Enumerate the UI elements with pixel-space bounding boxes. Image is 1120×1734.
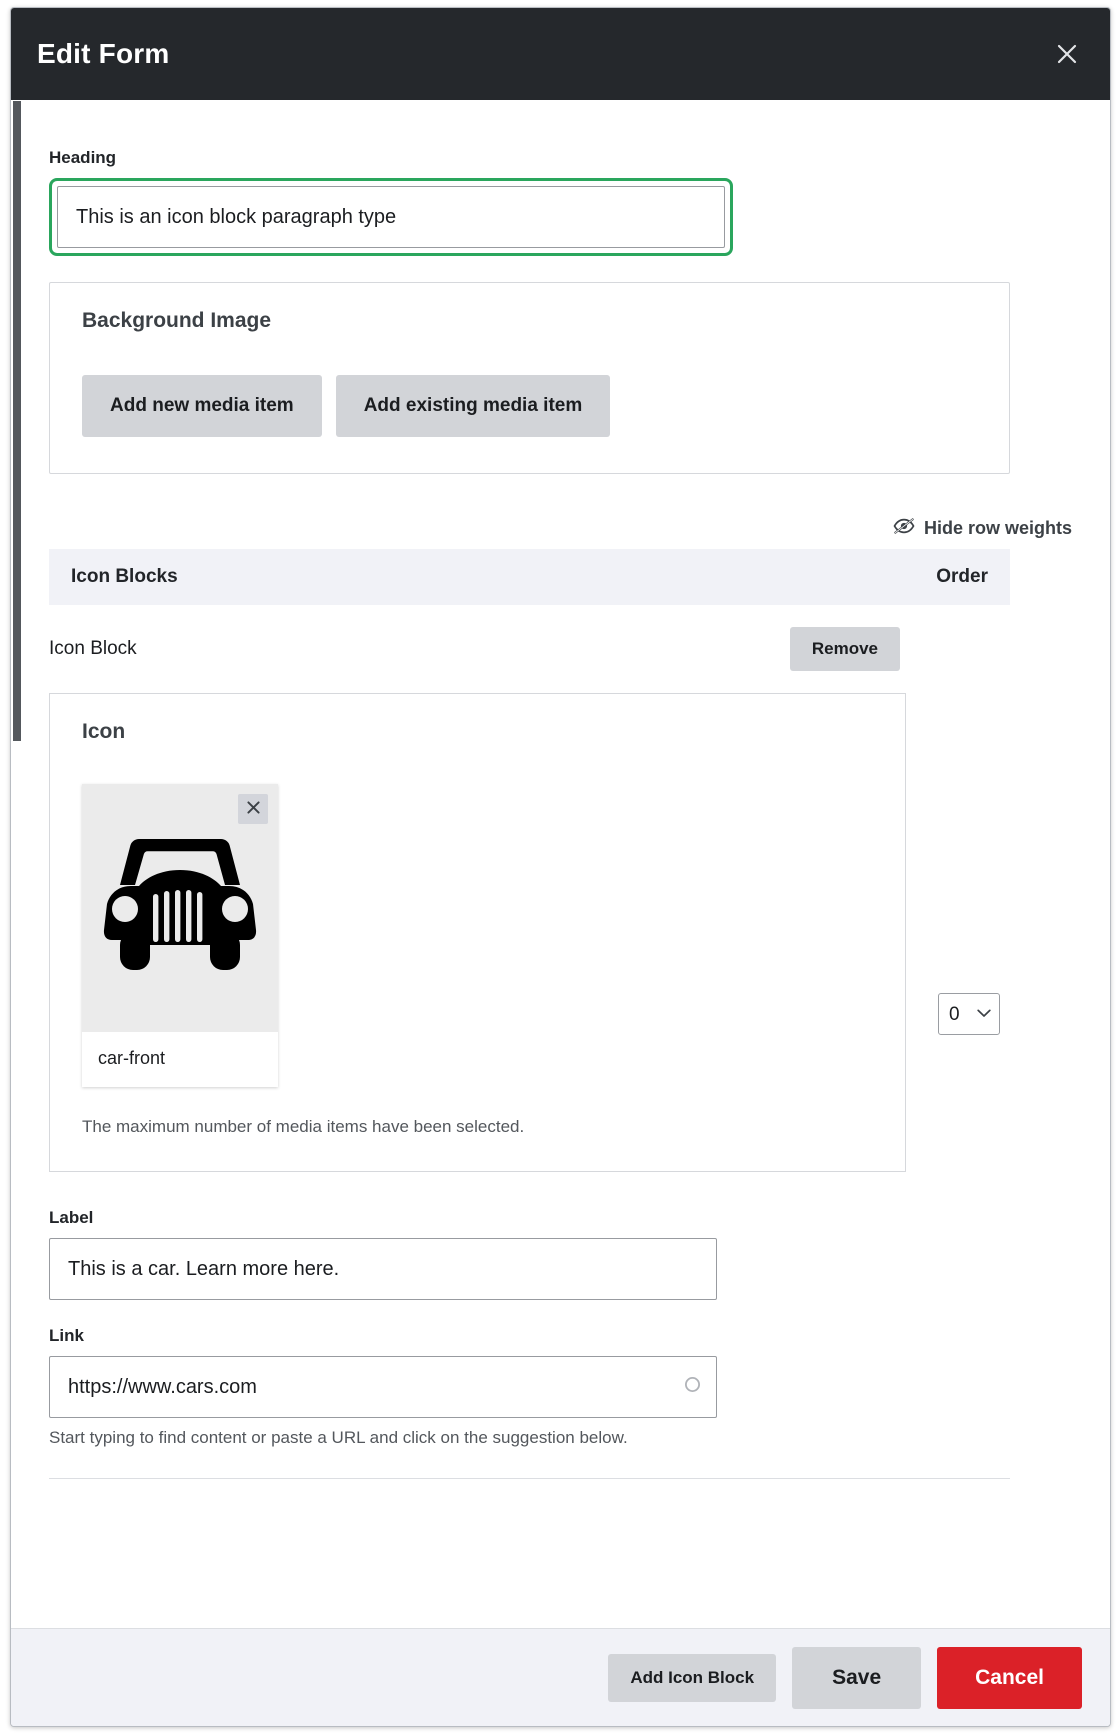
icon-block-fields: Label Link Start bbox=[49, 1208, 1084, 1479]
icon-field-legend: Icon bbox=[82, 720, 873, 744]
remove-icon-block-button[interactable]: Remove bbox=[790, 627, 900, 671]
media-thumbnail-image bbox=[82, 784, 278, 1032]
column-header-order: Order bbox=[936, 566, 988, 588]
screenshot-root: Edit Form Heading bbox=[0, 0, 1120, 1734]
add-icon-block-button[interactable]: Add Icon Block bbox=[608, 1654, 776, 1702]
scrollbar-thumb[interactable] bbox=[13, 101, 21, 741]
hide-row-weights-label: Hide row weights bbox=[924, 518, 1072, 539]
section-divider bbox=[49, 1478, 1010, 1479]
heading-label: Heading bbox=[49, 148, 1084, 168]
close-icon bbox=[1054, 41, 1080, 67]
background-image-legend: Background Image bbox=[82, 309, 977, 333]
icon-block-detail-area: Icon bbox=[49, 693, 1010, 1172]
link-field-help-text: Start typing to find content or paste a … bbox=[49, 1428, 1084, 1448]
icon-field-panel: Icon bbox=[49, 693, 906, 1172]
remove-media-thumbnail-button[interactable] bbox=[238, 794, 268, 824]
order-select[interactable]: 0 bbox=[938, 993, 1000, 1035]
label-field-label: Label bbox=[49, 1208, 1084, 1228]
form-content: Heading Background Image Add new media i… bbox=[23, 100, 1110, 1628]
order-select-wrapper: 0 bbox=[938, 993, 1000, 1035]
add-existing-media-item-button[interactable]: Add existing media item bbox=[336, 375, 611, 437]
vertical-scrollbar[interactable] bbox=[11, 100, 23, 1628]
close-icon bbox=[246, 800, 261, 818]
link-input[interactable] bbox=[49, 1356, 717, 1418]
table-header-row: Icon Blocks Order bbox=[49, 549, 1010, 605]
table-row: Icon Block Remove bbox=[49, 605, 1010, 671]
heading-field-group: Heading bbox=[49, 100, 1084, 256]
icon-field-help-text: The maximum number of media items have b… bbox=[82, 1117, 873, 1137]
media-thumbnail-name: car-front bbox=[82, 1032, 278, 1087]
dialog-close-button[interactable] bbox=[1050, 37, 1084, 71]
dialog-footer: Add Icon Block Save Cancel bbox=[11, 1628, 1110, 1726]
cancel-button[interactable]: Cancel bbox=[937, 1647, 1082, 1709]
media-thumbnail-card[interactable]: car-front bbox=[82, 784, 278, 1087]
order-column: 0 bbox=[938, 693, 1000, 1035]
icon-block-row-title: Icon Block bbox=[49, 638, 137, 660]
heading-input-focus-ring bbox=[49, 178, 733, 256]
column-header-icon-blocks: Icon Blocks bbox=[71, 566, 178, 588]
link-field-group: Link Start typing to find content or pas… bbox=[49, 1326, 1084, 1448]
label-field-group: Label bbox=[49, 1208, 1084, 1300]
dialog-titlebar: Edit Form bbox=[11, 8, 1110, 100]
dialog-body: Heading Background Image Add new media i… bbox=[11, 100, 1110, 1628]
add-new-media-item-button[interactable]: Add new media item bbox=[82, 375, 322, 437]
dialog-title: Edit Form bbox=[37, 38, 169, 70]
icon-blocks-table: Icon Blocks Order Icon Block Remove Icon bbox=[49, 549, 1010, 1172]
hide-row-weights-button[interactable]: Hide row weights bbox=[893, 518, 1072, 539]
edit-form-dialog: Edit Form Heading bbox=[10, 7, 1111, 1727]
row-weights-toggle-row: Hide row weights bbox=[49, 518, 1084, 539]
save-button[interactable]: Save bbox=[792, 1647, 921, 1709]
link-field-label: Link bbox=[49, 1326, 1084, 1346]
background-image-panel: Background Image Add new media item Add … bbox=[49, 282, 1010, 474]
car-front-icon bbox=[94, 831, 266, 986]
eye-slash-icon bbox=[893, 518, 915, 539]
heading-input[interactable] bbox=[57, 186, 725, 248]
link-input-wrapper bbox=[49, 1356, 717, 1418]
label-input[interactable] bbox=[49, 1238, 717, 1300]
background-image-buttons: Add new media item Add existing media it… bbox=[82, 375, 977, 437]
